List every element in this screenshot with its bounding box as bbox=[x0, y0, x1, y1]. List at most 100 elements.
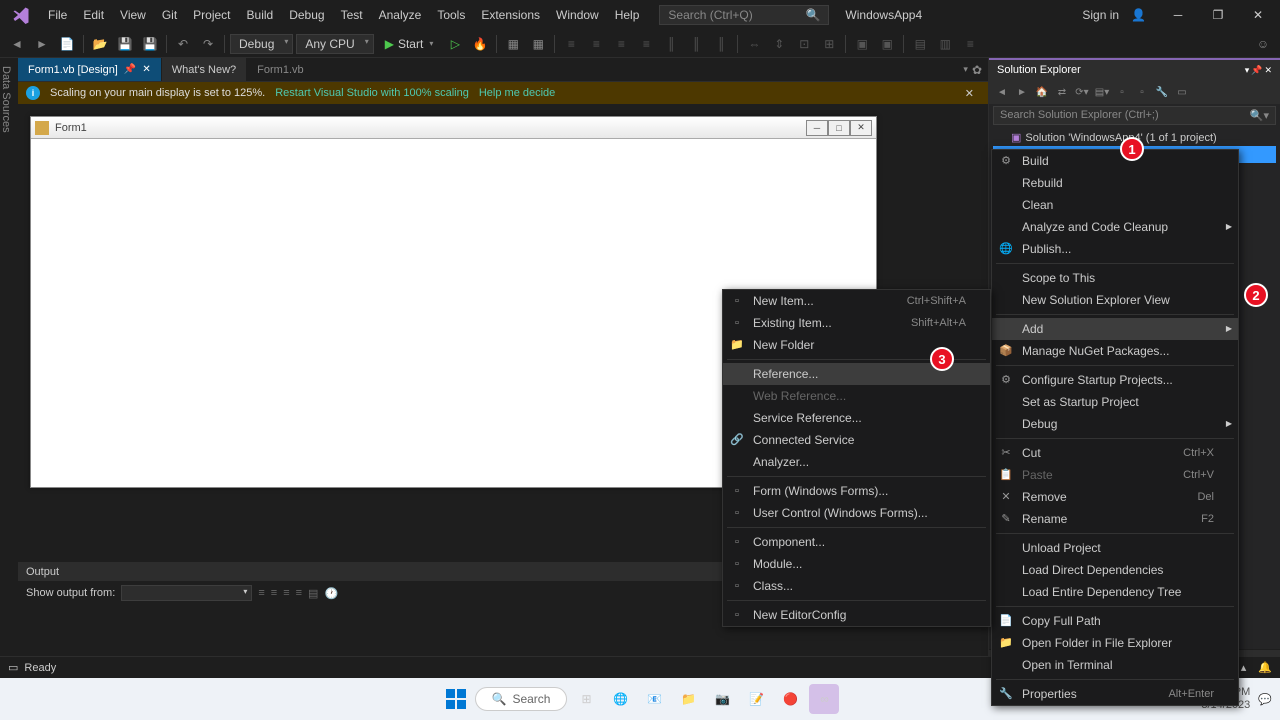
minimize-button[interactable]: ─ bbox=[1160, 3, 1196, 27]
order-icon[interactable]: ▣ bbox=[876, 33, 898, 55]
menu-view[interactable]: View bbox=[112, 4, 154, 26]
align-icon[interactable]: ≡ bbox=[635, 33, 657, 55]
tab-settings-icon[interactable]: ✿ bbox=[972, 63, 982, 77]
output-tool-icon[interactable]: ≡ bbox=[283, 587, 289, 599]
menu-project[interactable]: Project bbox=[185, 4, 238, 26]
menu-item-remove[interactable]: ✕RemoveDel bbox=[992, 486, 1238, 508]
menu-item-rebuild[interactable]: Rebuild bbox=[992, 172, 1238, 194]
menu-edit[interactable]: Edit bbox=[75, 4, 112, 26]
order-icon[interactable]: ▣ bbox=[851, 33, 873, 55]
global-search-input[interactable]: Search (Ctrl+Q) 🔍 bbox=[659, 5, 829, 25]
taskbar-search[interactable]: 🔍Search bbox=[475, 687, 568, 711]
se-pin-icon[interactable]: 📌 bbox=[1251, 65, 1262, 76]
menu-item-load-entire-dependency-tree[interactable]: Load Entire Dependency Tree bbox=[992, 581, 1238, 603]
menu-item-manage-nuget-packages[interactable]: 📦Manage NuGet Packages... bbox=[992, 340, 1238, 362]
tool-icon[interactable]: ▦ bbox=[527, 33, 549, 55]
hot-reload-icon[interactable]: 🔥 bbox=[469, 33, 491, 55]
feedback-icon[interactable]: ☺ bbox=[1252, 33, 1274, 55]
order-icon[interactable]: ▥ bbox=[934, 33, 956, 55]
undo-icon[interactable]: ↶ bbox=[172, 33, 194, 55]
document-tab[interactable]: Form1.vb bbox=[247, 58, 314, 81]
order-icon[interactable]: ≡ bbox=[959, 33, 981, 55]
explorer-icon[interactable]: 📁 bbox=[673, 684, 703, 714]
document-tab[interactable]: Form1.vb [Design]📌✕ bbox=[18, 58, 162, 81]
start-nodebug-icon[interactable]: ▷ bbox=[444, 33, 466, 55]
align-icon[interactable]: ≡ bbox=[585, 33, 607, 55]
output-source-dropdown[interactable] bbox=[121, 585, 252, 601]
close-infobar-button[interactable]: ✕ bbox=[959, 87, 980, 100]
app-icon[interactable]: 📷 bbox=[707, 684, 737, 714]
menu-file[interactable]: File bbox=[40, 4, 75, 26]
menu-item-service-reference[interactable]: Service Reference... bbox=[723, 407, 990, 429]
output-tool-icon[interactable]: 🕐 bbox=[324, 587, 338, 600]
align-icon[interactable]: ≡ bbox=[560, 33, 582, 55]
menu-item-user-control-windows-forms[interactable]: ▫User Control (Windows Forms)... bbox=[723, 502, 990, 524]
menu-build[interactable]: Build bbox=[239, 4, 282, 26]
menu-item-rename[interactable]: ✎RenameF2 bbox=[992, 508, 1238, 530]
menu-item-unload-project[interactable]: Unload Project bbox=[992, 537, 1238, 559]
menu-item-new-solution-explorer-view[interactable]: New Solution Explorer View bbox=[992, 289, 1238, 311]
menu-analyze[interactable]: Analyze bbox=[371, 4, 430, 26]
menu-item-component[interactable]: ▫Component... bbox=[723, 531, 990, 553]
open-icon[interactable]: 📂 bbox=[89, 33, 111, 55]
menu-git[interactable]: Git bbox=[154, 4, 185, 26]
menu-window[interactable]: Window bbox=[548, 4, 607, 26]
menu-item-analyze-and-code-cleanup[interactable]: Analyze and Code Cleanup▶ bbox=[992, 216, 1238, 238]
se-showall-icon[interactable]: ▫ bbox=[1113, 83, 1131, 101]
output-tool-icon[interactable]: ≡ bbox=[258, 587, 264, 599]
spacing-icon[interactable]: ⇕ bbox=[768, 33, 790, 55]
left-rail-data-sources[interactable]: Data Sources bbox=[0, 58, 18, 672]
se-switch-icon[interactable]: ⇄ bbox=[1053, 83, 1071, 101]
notifications-icon[interactable]: 🔔 bbox=[1258, 661, 1272, 674]
se-prop-icon[interactable]: 🔧 bbox=[1153, 83, 1171, 101]
sign-in-button[interactable]: Sign in bbox=[1074, 4, 1127, 26]
config-dropdown[interactable]: Debug bbox=[230, 34, 293, 54]
menu-item-scope-to-this[interactable]: Scope to This bbox=[992, 267, 1238, 289]
menu-item-new-item[interactable]: ▫New Item...Ctrl+Shift+A bbox=[723, 290, 990, 312]
align-icon[interactable]: ║ bbox=[660, 33, 682, 55]
menu-item-open-in-terminal[interactable]: Open in Terminal bbox=[992, 654, 1238, 676]
align-icon[interactable]: ║ bbox=[710, 33, 732, 55]
save-all-icon[interactable]: 💾 bbox=[139, 33, 161, 55]
se-back-icon[interactable]: ◄ bbox=[993, 83, 1011, 101]
align-icon[interactable]: ║ bbox=[685, 33, 707, 55]
output-tool-icon[interactable]: ≡ bbox=[271, 587, 277, 599]
align-icon[interactable]: ≡ bbox=[610, 33, 632, 55]
menu-item-form-windows-forms[interactable]: ▫Form (Windows Forms)... bbox=[723, 480, 990, 502]
menu-item-build[interactable]: ⚙Build bbox=[992, 150, 1238, 172]
nav-fwd-icon[interactable]: ► bbox=[31, 33, 53, 55]
se-sync-icon[interactable]: ⟳▾ bbox=[1073, 83, 1091, 101]
app-icon[interactable]: 📝 bbox=[741, 684, 771, 714]
platform-dropdown[interactable]: Any CPU bbox=[296, 34, 373, 54]
menu-item-module[interactable]: ▫Module... bbox=[723, 553, 990, 575]
redo-icon[interactable]: ↷ bbox=[197, 33, 219, 55]
se-preview-icon[interactable]: ▭ bbox=[1173, 83, 1191, 101]
spacing-icon[interactable]: ⊞ bbox=[818, 33, 840, 55]
menu-item-copy-full-path[interactable]: 📄Copy Full Path bbox=[992, 610, 1238, 632]
se-home-icon[interactable]: 🏠 bbox=[1033, 83, 1051, 101]
pin-icon[interactable]: 📌 bbox=[124, 64, 136, 75]
tab-dropdown-icon[interactable]: ▾ bbox=[963, 64, 968, 75]
output-tool-icon[interactable]: ▤ bbox=[308, 587, 318, 600]
start-debug-button[interactable]: ▶ Start ▾ bbox=[377, 35, 442, 53]
se-fwd-icon[interactable]: ► bbox=[1013, 83, 1031, 101]
menu-item-set-as-startup-project[interactable]: Set as Startup Project bbox=[992, 391, 1238, 413]
menu-test[interactable]: Test bbox=[333, 4, 371, 26]
maximize-button[interactable]: ❐ bbox=[1200, 3, 1236, 27]
menu-item-add[interactable]: Add▶ bbox=[992, 318, 1238, 340]
output-tool-icon[interactable]: ≡ bbox=[296, 587, 302, 599]
se-collapse-icon[interactable]: ▫ bbox=[1133, 83, 1151, 101]
edge-icon[interactable]: 🌐 bbox=[605, 684, 635, 714]
menu-item-configure-startup-projects[interactable]: ⚙Configure Startup Projects... bbox=[992, 369, 1238, 391]
menu-item-analyzer[interactable]: Analyzer... bbox=[723, 451, 990, 473]
chrome-icon[interactable]: 🔴 bbox=[775, 684, 805, 714]
spacing-icon[interactable]: ⇔ bbox=[743, 33, 765, 55]
restart-scaling-link[interactable]: Restart Visual Studio with 100% scaling bbox=[275, 87, 469, 99]
menu-item-new-editorconfig[interactable]: ▫New EditorConfig bbox=[723, 604, 990, 626]
menu-debug[interactable]: Debug bbox=[281, 4, 332, 26]
se-filter-icon[interactable]: ▤▾ bbox=[1093, 83, 1111, 101]
notifications-icon[interactable]: 💬 bbox=[1258, 693, 1272, 706]
close-button[interactable]: ✕ bbox=[1240, 3, 1276, 27]
menu-item-clean[interactable]: Clean bbox=[992, 194, 1238, 216]
menu-item-debug[interactable]: Debug▶ bbox=[992, 413, 1238, 435]
